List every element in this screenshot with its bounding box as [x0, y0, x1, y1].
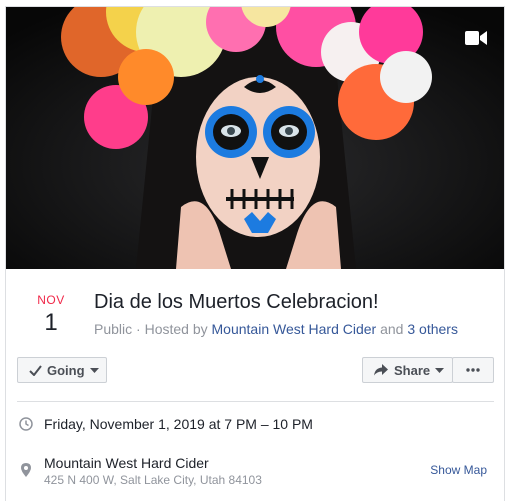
location-address: 425 N 400 W, Salt Lake City, Utah 84103 — [44, 473, 262, 487]
chevron-down-icon — [89, 367, 99, 373]
going-button[interactable]: Going — [17, 357, 107, 383]
hosted-by-label: · Hosted by — [132, 321, 212, 337]
event-day: 1 — [44, 309, 58, 336]
share-label: Share — [394, 362, 431, 378]
share-arrow-icon — [374, 364, 388, 376]
going-label: Going — [47, 362, 85, 378]
clock-icon — [19, 417, 33, 436]
other-hosts-link[interactable]: 3 others — [407, 321, 458, 337]
chevron-down-icon — [435, 367, 445, 373]
event-time: Friday, November 1, 2019 at 7 PM – 10 PM — [44, 416, 313, 432]
event-title[interactable]: Dia de los Muertos Celebracion! — [94, 291, 379, 314]
host-link[interactable]: Mountain West Hard Cider — [212, 321, 377, 337]
location-pin-icon — [21, 463, 31, 482]
more-options-button[interactable] — [452, 357, 494, 383]
event-privacy: Public — [94, 321, 133, 337]
event-cover-photo[interactable] — [6, 7, 504, 269]
event-card: NOV 1 Dia de los Muertos Celebracion! Pu… — [5, 6, 505, 501]
share-button[interactable]: Share — [362, 357, 453, 383]
checkmark-icon — [29, 364, 42, 376]
more-dots-icon — [466, 368, 480, 372]
show-map-link[interactable]: Show Map — [430, 463, 487, 477]
cover-image — [6, 7, 504, 269]
video-camera-icon — [465, 30, 487, 46]
event-date: NOV 1 — [26, 293, 76, 337]
divider — [17, 401, 494, 402]
event-host-line: Public · Hosted by Mountain West Hard Ci… — [94, 321, 458, 337]
location-name[interactable]: Mountain West Hard Cider — [44, 455, 209, 471]
event-month: NOV — [37, 293, 65, 307]
and-label: and — [376, 321, 408, 337]
